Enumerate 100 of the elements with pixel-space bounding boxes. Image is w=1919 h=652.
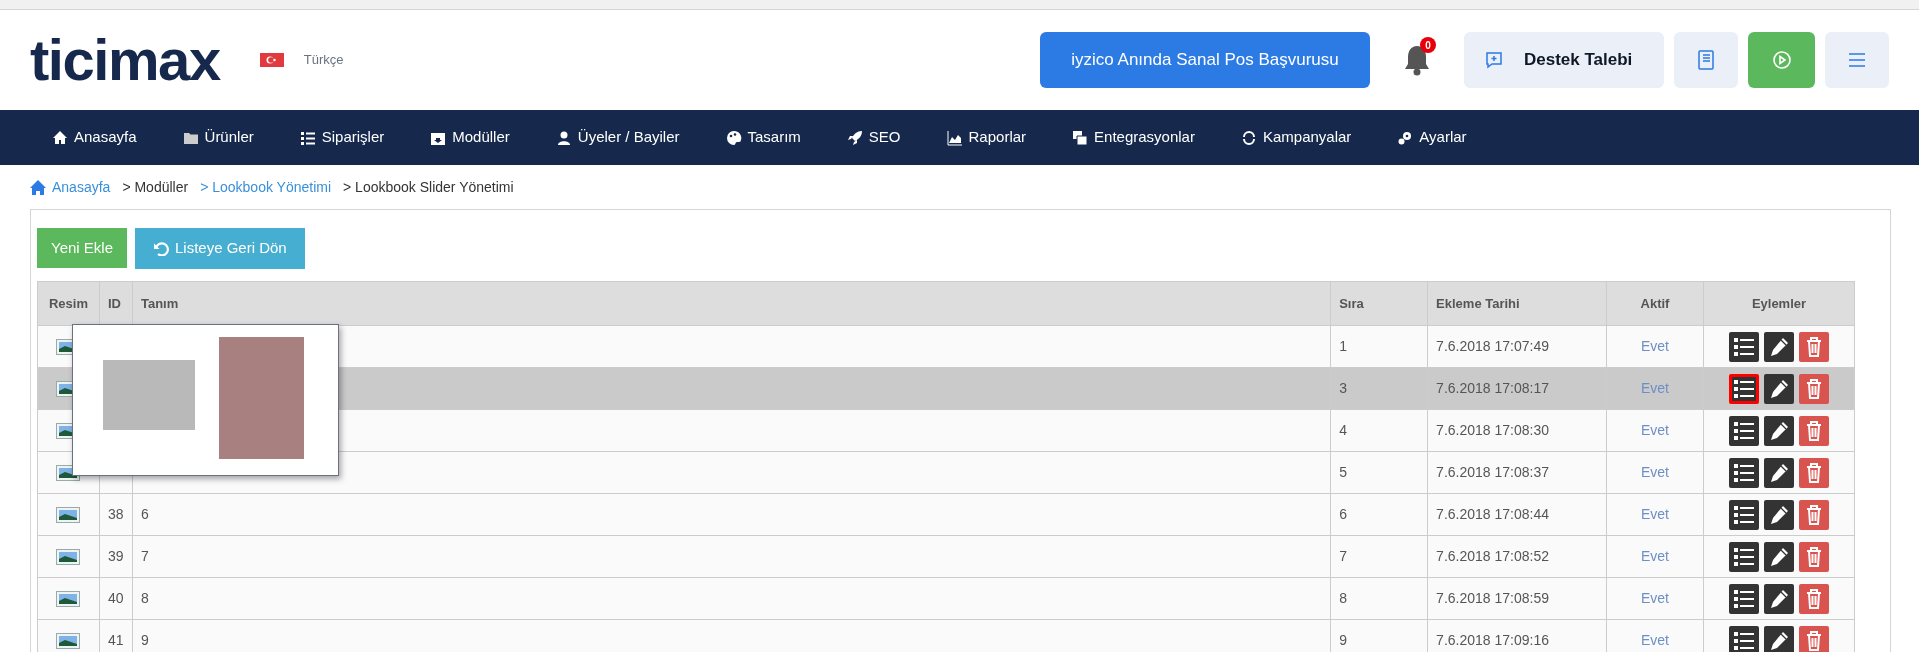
- nav-item[interactable]: Entegrasyonlar: [1072, 126, 1195, 149]
- breadcrumb-link[interactable]: > Lookbook Yönetimi: [200, 176, 332, 198]
- delete-button[interactable]: [1799, 457, 1829, 488]
- nav-item[interactable]: SEO: [846, 126, 901, 149]
- image-thumbnail-icon[interactable]: [56, 507, 81, 524]
- delete-button[interactable]: [1799, 373, 1829, 404]
- list-button[interactable]: [1729, 457, 1759, 488]
- nav-item[interactable]: Ürünler: [182, 126, 254, 149]
- delete-button[interactable]: [1799, 625, 1829, 652]
- order-cell: 3: [1330, 367, 1428, 410]
- active-status: Evet: [1641, 338, 1669, 354]
- pencil-icon: [1769, 336, 1789, 357]
- column-header: Eylemler: [1703, 281, 1855, 326]
- edit-button[interactable]: [1764, 331, 1794, 362]
- edit-button[interactable]: [1764, 499, 1794, 530]
- list-icon: [1734, 547, 1754, 566]
- list-button[interactable]: [1729, 415, 1759, 446]
- list-button[interactable]: [1729, 625, 1759, 652]
- language-label[interactable]: Türkçe: [303, 50, 344, 70]
- order-cell: 6: [1330, 493, 1428, 536]
- id-cell: 39: [99, 535, 133, 578]
- list-icon: [1734, 337, 1754, 356]
- trash-icon: [1806, 462, 1822, 483]
- pencil-icon: [1769, 462, 1789, 483]
- date-cell: 7.6.2018 17:07:49: [1427, 325, 1607, 368]
- order-cell: 5: [1330, 451, 1428, 494]
- list-button[interactable]: [1729, 499, 1759, 530]
- nav-item[interactable]: Ayarlar: [1397, 126, 1467, 149]
- menu-icon: [1848, 53, 1866, 67]
- list-icon: [1734, 421, 1754, 440]
- trash-icon: [1806, 546, 1822, 567]
- list-icon: [1734, 379, 1754, 398]
- edit-button[interactable]: [1764, 583, 1794, 614]
- date-cell: 7.6.2018 17:08:52: [1427, 535, 1607, 578]
- trash-icon: [1806, 336, 1822, 357]
- edit-button[interactable]: [1764, 415, 1794, 446]
- edit-button[interactable]: [1764, 373, 1794, 404]
- date-cell: 7.6.2018 17:08:59: [1427, 577, 1607, 620]
- list-button[interactable]: [1729, 541, 1759, 572]
- list-icon: [1734, 589, 1754, 608]
- logo[interactable]: ticimax: [30, 31, 220, 89]
- image-thumbnail-icon[interactable]: [56, 549, 81, 566]
- chart-icon: [946, 129, 963, 146]
- trash-icon: [1806, 588, 1822, 609]
- menu-button[interactable]: [1825, 32, 1889, 88]
- nav-item[interactable]: Modüller: [430, 126, 510, 149]
- breadcrumb-item: > Lookbook Slider Yönetimi: [343, 177, 514, 197]
- order-cell: 4: [1330, 409, 1428, 452]
- edit-button[interactable]: [1764, 541, 1794, 572]
- list-button[interactable]: [1729, 331, 1759, 362]
- trash-icon: [1806, 378, 1822, 399]
- cycle-icon: [1240, 129, 1257, 146]
- date-cell: 7.6.2018 17:08:30: [1427, 409, 1607, 452]
- order-cell: 7: [1330, 535, 1428, 578]
- pencil-icon: [1769, 588, 1789, 609]
- column-header: Sıra: [1330, 281, 1428, 326]
- notification-badge: 0: [1420, 37, 1436, 53]
- delete-button[interactable]: [1799, 499, 1829, 530]
- active-status: Evet: [1641, 548, 1669, 564]
- nav-item[interactable]: Kampanyalar: [1240, 126, 1352, 149]
- active-status: Evet: [1641, 632, 1669, 648]
- nav-item[interactable]: Raporlar: [946, 126, 1027, 149]
- user-icon: [555, 129, 572, 146]
- edit-button[interactable]: [1764, 625, 1794, 652]
- palette-icon: [725, 129, 742, 146]
- delete-button[interactable]: [1799, 583, 1829, 614]
- support-button[interactable]: Destek Talebi: [1464, 32, 1664, 88]
- list-icon: [299, 129, 316, 146]
- image-thumbnail-icon[interactable]: [56, 591, 81, 608]
- home-icon: [30, 179, 46, 195]
- chat-plus-icon: [1484, 50, 1504, 70]
- trash-icon: [1806, 630, 1822, 651]
- pencil-icon: [1769, 378, 1789, 399]
- list-button[interactable]: [1729, 373, 1759, 404]
- pencil-icon: [1769, 504, 1789, 525]
- breadcrumb-item: > Modüller: [122, 177, 189, 197]
- pencil-icon: [1769, 420, 1789, 441]
- list-button[interactable]: [1729, 583, 1759, 614]
- delete-button[interactable]: [1799, 415, 1829, 446]
- edit-button[interactable]: [1764, 457, 1794, 488]
- nav-item[interactable]: Anasayfa: [52, 126, 137, 149]
- promo-button[interactable]: iyzico Anında Sanal Pos Başvurusu: [1040, 32, 1370, 88]
- order-cell: 1: [1330, 325, 1428, 368]
- id-cell: 38: [99, 493, 133, 536]
- date-cell: 7.6.2018 17:08:17: [1427, 367, 1607, 410]
- delete-button[interactable]: [1799, 541, 1829, 572]
- active-status: Evet: [1641, 464, 1669, 480]
- image-thumbnail-icon[interactable]: [56, 633, 81, 650]
- book-button[interactable]: [1674, 32, 1738, 88]
- nav-item[interactable]: Siparişler: [299, 126, 385, 149]
- nav-item[interactable]: Tasarım: [725, 126, 801, 149]
- order-cell: 8: [1330, 577, 1428, 620]
- nav-item[interactable]: Üyeler / Bayiler: [555, 126, 680, 149]
- home-icon: [52, 129, 68, 146]
- description-cell: 7: [132, 535, 1331, 578]
- breadcrumb-link[interactable]: Anasayfa: [52, 176, 111, 198]
- description-cell: 8: [132, 577, 1331, 620]
- play-icon: [1771, 50, 1792, 70]
- bell-icon[interactable]: [1402, 43, 1432, 77]
- delete-button[interactable]: [1799, 331, 1829, 362]
